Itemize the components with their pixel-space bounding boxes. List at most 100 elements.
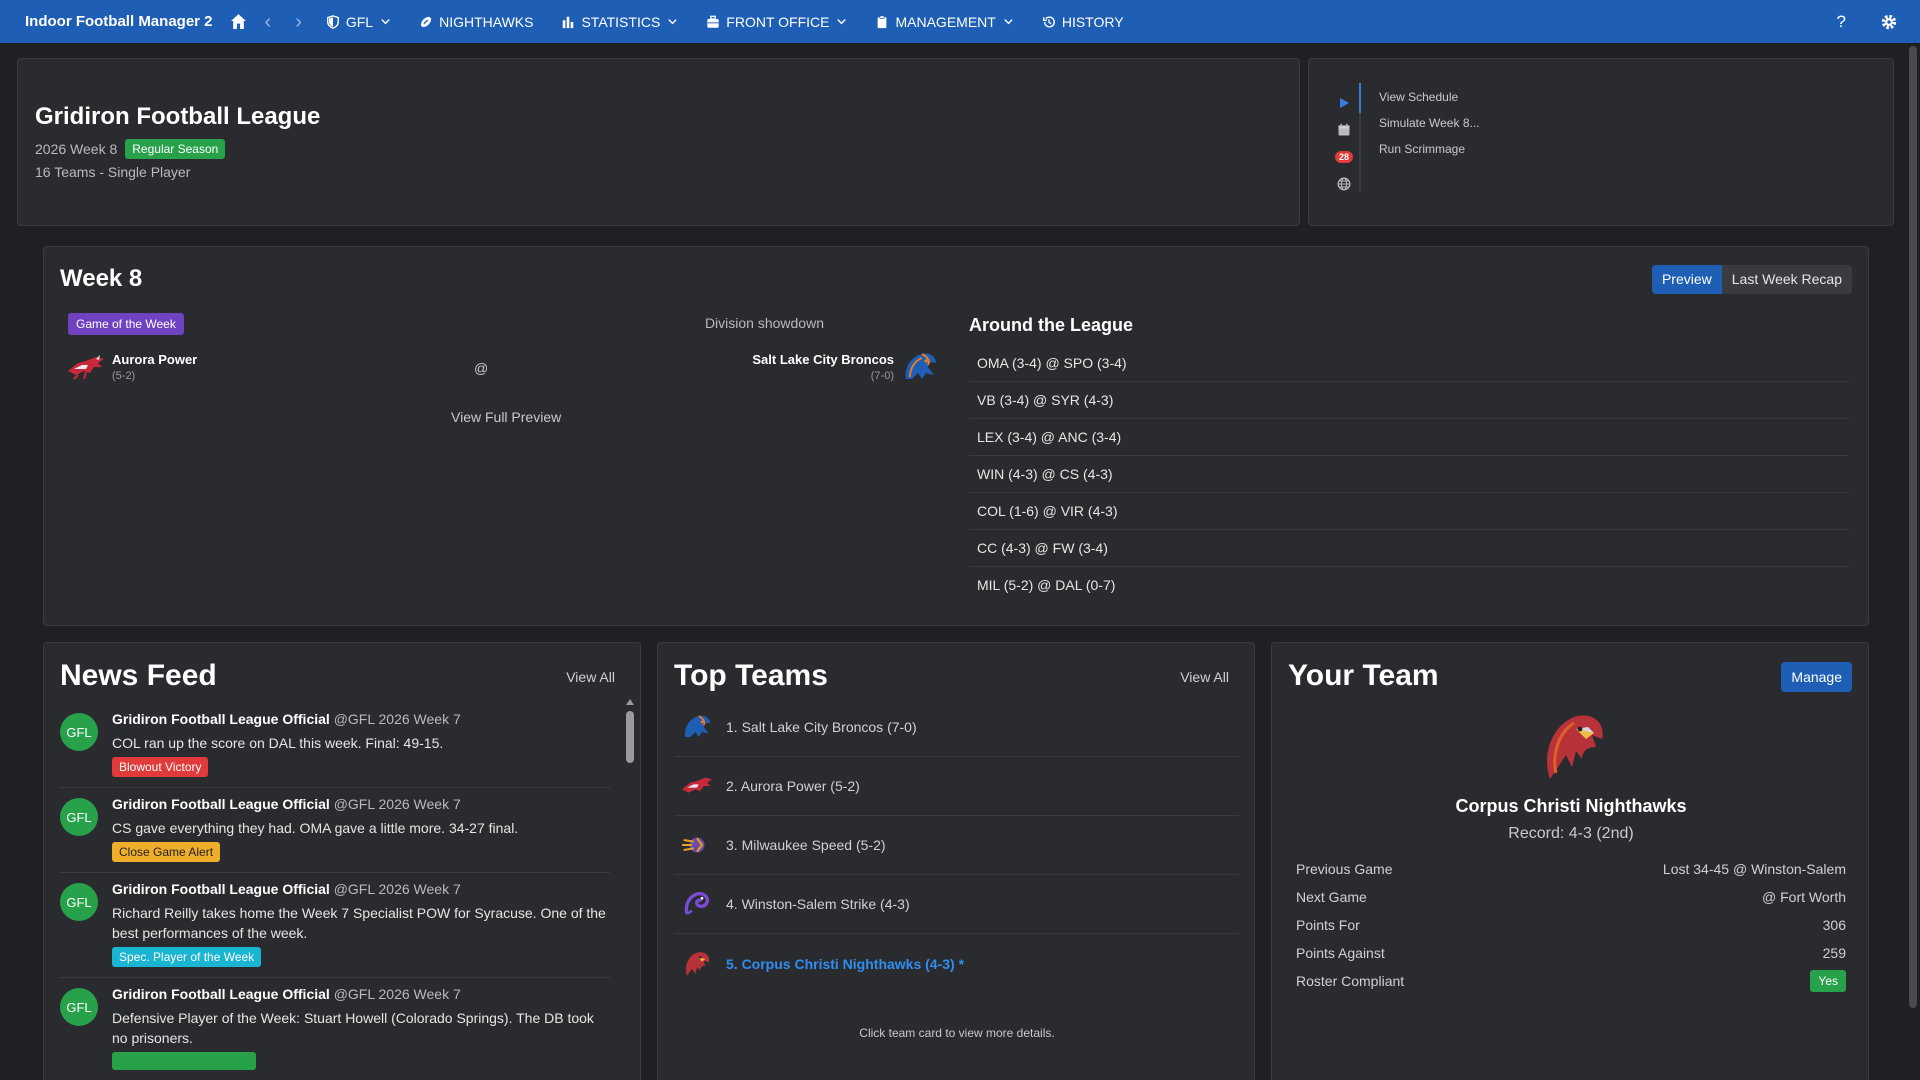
division-showdown-label: Division showdown — [704, 315, 824, 331]
scroll-up-arrow-icon[interactable] — [626, 699, 634, 705]
run-scrimmage-link[interactable]: Run Scrimmage — [1379, 136, 1480, 162]
week-card: Week 8 Preview Last Week Recap Game of t… — [43, 246, 1869, 626]
news-item[interactable]: GFL Gridiron Football League Official @G… — [60, 788, 610, 873]
page-scrollbar[interactable] — [1909, 46, 1917, 1008]
top-teams-list: 1. Salt Lake City Broncos (7-0) 2. Auror… — [674, 698, 1239, 993]
chevron-down-icon — [1003, 16, 1014, 27]
stat-value: 259 — [1822, 945, 1846, 961]
your-team-record: Record: 4-3 (2nd) — [1508, 825, 1634, 842]
league-teams-info: 16 Teams - Single Player — [35, 164, 191, 180]
news-author: Gridiron Football League Official — [112, 881, 330, 897]
simulate-week-link[interactable]: Simulate Week 8... — [1379, 110, 1480, 136]
play-icon[interactable] — [1329, 89, 1359, 116]
stat-label: Roster Compliant — [1296, 973, 1405, 989]
aurora-power-logo-icon — [66, 349, 106, 385]
news-item[interactable]: GFL Gridiron Football League Official @G… — [60, 978, 610, 1080]
stat-value: @ Fort Worth — [1762, 889, 1846, 905]
stat-row-next-game: Next Game @ Fort Worth — [1296, 883, 1846, 911]
home-team[interactable]: Aurora Power (5-2) — [66, 349, 197, 385]
away-team[interactable]: Salt Lake City Broncos (7-0) — [752, 349, 940, 385]
roster-compliant-badge: Yes — [1810, 970, 1846, 992]
your-team-name: Corpus Christi Nighthawks — [1455, 796, 1687, 816]
top-teams-hint: Click team card to view more details. — [859, 1026, 1055, 1040]
stat-label: Next Game — [1296, 889, 1367, 905]
globe-icon[interactable] — [1329, 170, 1359, 197]
last-week-recap-tab[interactable]: Last Week Recap — [1721, 265, 1852, 294]
preview-tab[interactable]: Preview — [1651, 265, 1722, 294]
stat-label: Points Against — [1296, 945, 1385, 961]
matchup-row[interactable]: WIN (4-3) @ CS (4-3) — [969, 456, 1849, 493]
top-teams-card: Top Teams View All 1. Salt Lake City Bro… — [657, 642, 1255, 1080]
league-title: Gridiron Football League — [35, 103, 321, 130]
milwaukee-speed-logo-icon — [680, 830, 714, 860]
top-teams-view-all-link[interactable]: View All — [1180, 669, 1229, 685]
league-week: 2026 Week 8 — [35, 141, 118, 157]
back-arrow-icon[interactable]: ‹ — [265, 12, 272, 32]
app-brand[interactable]: Indoor Football Manager 2 — [25, 13, 213, 30]
nav-statistics[interactable]: STATISTICS — [561, 14, 678, 30]
nighthawks-logo-icon — [680, 949, 714, 979]
nav-nighthawks-label: NIGHTHAWKS — [439, 13, 534, 30]
news-tag — [112, 1052, 256, 1070]
calendar-icon[interactable] — [1329, 116, 1359, 143]
team-name: 2. Aurora Power (5-2) — [726, 778, 860, 794]
news-view-all-link[interactable]: View All — [566, 669, 615, 685]
nav-gfl-label: GFL — [345, 13, 374, 30]
matchup-row[interactable]: LEX (3-4) @ ANC (3-4) — [969, 419, 1849, 456]
news-feed-card: News Feed View All GFL Gridiron Football… — [43, 642, 641, 1080]
around-the-league-title: Around the League — [969, 315, 1134, 335]
at-sign: @ — [474, 360, 489, 376]
nav-gfl[interactable]: GFL — [326, 14, 391, 30]
top-nav: Indoor Football Manager 2 ‹ › GFL NIGHTH… — [0, 0, 1920, 43]
week-title: Week 8 — [60, 265, 143, 292]
home-icon[interactable] — [227, 10, 251, 34]
nighthawks-logo-icon — [1536, 709, 1612, 785]
team-name: 5. Corpus Christi Nighthawks (4-3) * — [726, 955, 965, 972]
news-item[interactable]: GFL Gridiron Football League Official @G… — [60, 703, 610, 788]
nav-management[interactable]: MANAGEMENT — [875, 14, 1013, 30]
quick-actions-divider — [1359, 83, 1361, 193]
news-tag: Spec. Player of the Week — [112, 947, 262, 967]
news-author: Gridiron Football League Official — [112, 711, 330, 727]
nav-front-office[interactable]: FRONT OFFICE — [706, 14, 847, 30]
notifications-count-badge[interactable]: 28 — [1329, 143, 1359, 170]
team-row[interactable]: 4. Winston-Salem Strike (4-3) — [674, 875, 1239, 934]
team-name: 3. Milwaukee Speed (5-2) — [726, 837, 886, 853]
matchup-row[interactable]: OMA (3-4) @ SPO (3-4) — [969, 345, 1849, 382]
around-the-league-list: OMA (3-4) @ SPO (3-4) VB (3-4) @ SYR (4-… — [969, 345, 1849, 604]
team-row[interactable]: 3. Milwaukee Speed (5-2) — [674, 816, 1239, 875]
avatar: GFL — [60, 713, 98, 751]
stat-row-points-for: Points For 306 — [1296, 911, 1846, 939]
league-season: 2026 Week 8 Regular Season — [35, 139, 226, 159]
nav-history[interactable]: HISTORY — [1042, 14, 1124, 30]
avatar: GFL — [60, 798, 98, 836]
nav-nighthawks[interactable]: NIGHTHAWKS — [419, 14, 533, 30]
your-team-card: Your Team Manage Corpus Christi Nighthaw… — [1271, 642, 1869, 1080]
matchup-row[interactable]: MIL (5-2) @ DAL (0-7) — [969, 567, 1849, 604]
forward-arrow-icon[interactable]: › — [295, 12, 302, 32]
season-phase-badge: Regular Season — [125, 139, 226, 159]
news-item[interactable]: GFL Gridiron Football League Official @G… — [60, 873, 610, 978]
team-row[interactable]: 2. Aurora Power (5-2) — [674, 757, 1239, 816]
team-row[interactable]: 1. Salt Lake City Broncos (7-0) — [674, 698, 1239, 757]
news-meta: @GFL 2026 Week 7 — [333, 986, 461, 1002]
bar-chart-icon — [561, 15, 575, 29]
history-icon — [1042, 15, 1056, 29]
gear-icon[interactable] — [1880, 13, 1898, 31]
view-schedule-link[interactable]: View Schedule — [1379, 84, 1480, 110]
matchup-row[interactable]: COL (1-6) @ VIR (4-3) — [969, 493, 1849, 530]
manage-button[interactable]: Manage — [1781, 662, 1852, 692]
help-button[interactable]: ? — [1837, 12, 1846, 32]
matchup-row[interactable]: VB (3-4) @ SYR (4-3) — [969, 382, 1849, 419]
quick-actions-links: View Schedule Simulate Week 8... Run Scr… — [1379, 84, 1480, 162]
stat-row-points-against: Points Against 259 — [1296, 939, 1846, 967]
scroll-thumb[interactable] — [626, 711, 634, 763]
news-scrollbar[interactable] — [626, 699, 634, 1080]
team-name: 4. Winston-Salem Strike (4-3) — [726, 896, 910, 912]
team-row[interactable]: 5. Corpus Christi Nighthawks (4-3) * — [674, 934, 1239, 993]
top-teams-title: Top Teams — [674, 659, 828, 692]
view-full-preview-link[interactable]: View Full Preview — [451, 409, 561, 425]
clipboard-icon — [875, 15, 889, 29]
matchup-row[interactable]: CC (4-3) @ FW (3-4) — [969, 530, 1849, 567]
news-author: Gridiron Football League Official — [112, 796, 330, 812]
